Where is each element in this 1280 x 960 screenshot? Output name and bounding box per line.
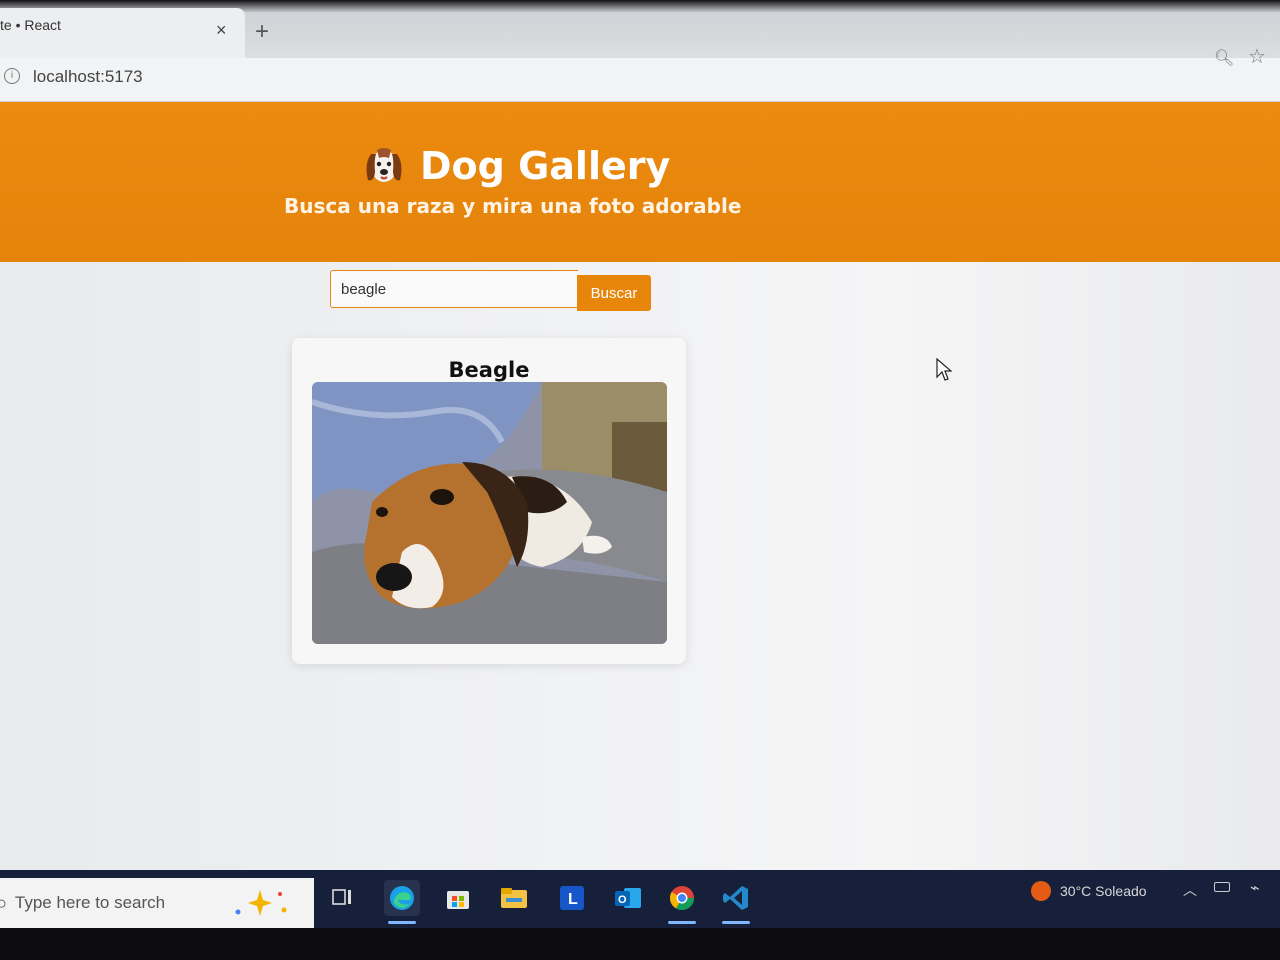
app-title: Dog Gallery bbox=[420, 144, 671, 188]
browser-tab-strip: te • React × + bbox=[0, 0, 1280, 58]
active-app-indicator bbox=[388, 921, 416, 924]
site-info-icon[interactable]: i bbox=[4, 68, 20, 84]
dog-face-icon bbox=[362, 144, 406, 188]
network-icon[interactable]: ⌁ bbox=[1250, 878, 1260, 898]
favorite-star-icon[interactable]: ☆ bbox=[1248, 44, 1266, 69]
l-app-icon[interactable]: L bbox=[554, 880, 590, 916]
dog-card: Beagle bbox=[292, 338, 686, 664]
close-tab-icon[interactable]: × bbox=[216, 20, 227, 41]
outlook-icon[interactable]: O bbox=[610, 880, 646, 916]
mouse-cursor-icon bbox=[936, 358, 952, 381]
taskbar: ○ Type here to search L O 30°C Soleado ︿… bbox=[0, 870, 1280, 928]
svg-text:O: O bbox=[618, 894, 627, 906]
weather-widget[interactable]: 30°C Soleado bbox=[1030, 880, 1147, 902]
breed-title: Beagle bbox=[448, 358, 530, 382]
new-tab-icon[interactable]: + bbox=[255, 18, 269, 46]
chrome-icon[interactable] bbox=[664, 880, 700, 924]
weather-text: 30°C Soleado bbox=[1060, 883, 1147, 899]
tab-title: te • React bbox=[0, 17, 61, 33]
search-button[interactable]: Buscar bbox=[577, 275, 651, 311]
file-explorer-icon[interactable] bbox=[496, 880, 532, 916]
breed-search-input[interactable] bbox=[330, 270, 578, 308]
microsoft-store-icon[interactable] bbox=[440, 880, 476, 916]
edge-icon[interactable] bbox=[384, 880, 420, 924]
battery-icon[interactable] bbox=[1214, 882, 1230, 892]
vscode-icon[interactable] bbox=[718, 880, 754, 924]
search-icon: ○ bbox=[0, 892, 7, 913]
dog-photo bbox=[312, 382, 667, 644]
app-header: Dog Gallery Busca una raza y mira una fo… bbox=[0, 102, 1280, 262]
taskbar-search-box[interactable]: ○ Type here to search bbox=[0, 878, 314, 928]
title-row: Dog Gallery bbox=[362, 144, 670, 188]
svg-text:L: L bbox=[568, 891, 578, 908]
app-subtitle: Busca una raza y mira una foto adorable bbox=[284, 194, 742, 218]
taskbar-search-placeholder: Type here to search bbox=[14, 893, 166, 912]
task-view-icon[interactable] bbox=[324, 880, 360, 916]
sparkle-icon bbox=[235, 890, 287, 916]
show-hidden-icons-chevron-icon[interactable]: ︿ bbox=[1183, 880, 1197, 900]
url-field[interactable]: localhost:5173 bbox=[33, 67, 143, 87]
page-content: Dog Gallery Busca una raza y mira una fo… bbox=[0, 102, 1280, 870]
sun-icon bbox=[1031, 881, 1051, 901]
active-app-indicator bbox=[668, 921, 696, 924]
zoom-icon[interactable]: 🔍︎ bbox=[1214, 48, 1234, 68]
screen-bezel bbox=[0, 928, 1280, 960]
browser-tab[interactable]: te • React × bbox=[0, 8, 245, 58]
active-app-indicator bbox=[722, 921, 750, 924]
address-bar: i localhost:5173 bbox=[0, 58, 1280, 102]
